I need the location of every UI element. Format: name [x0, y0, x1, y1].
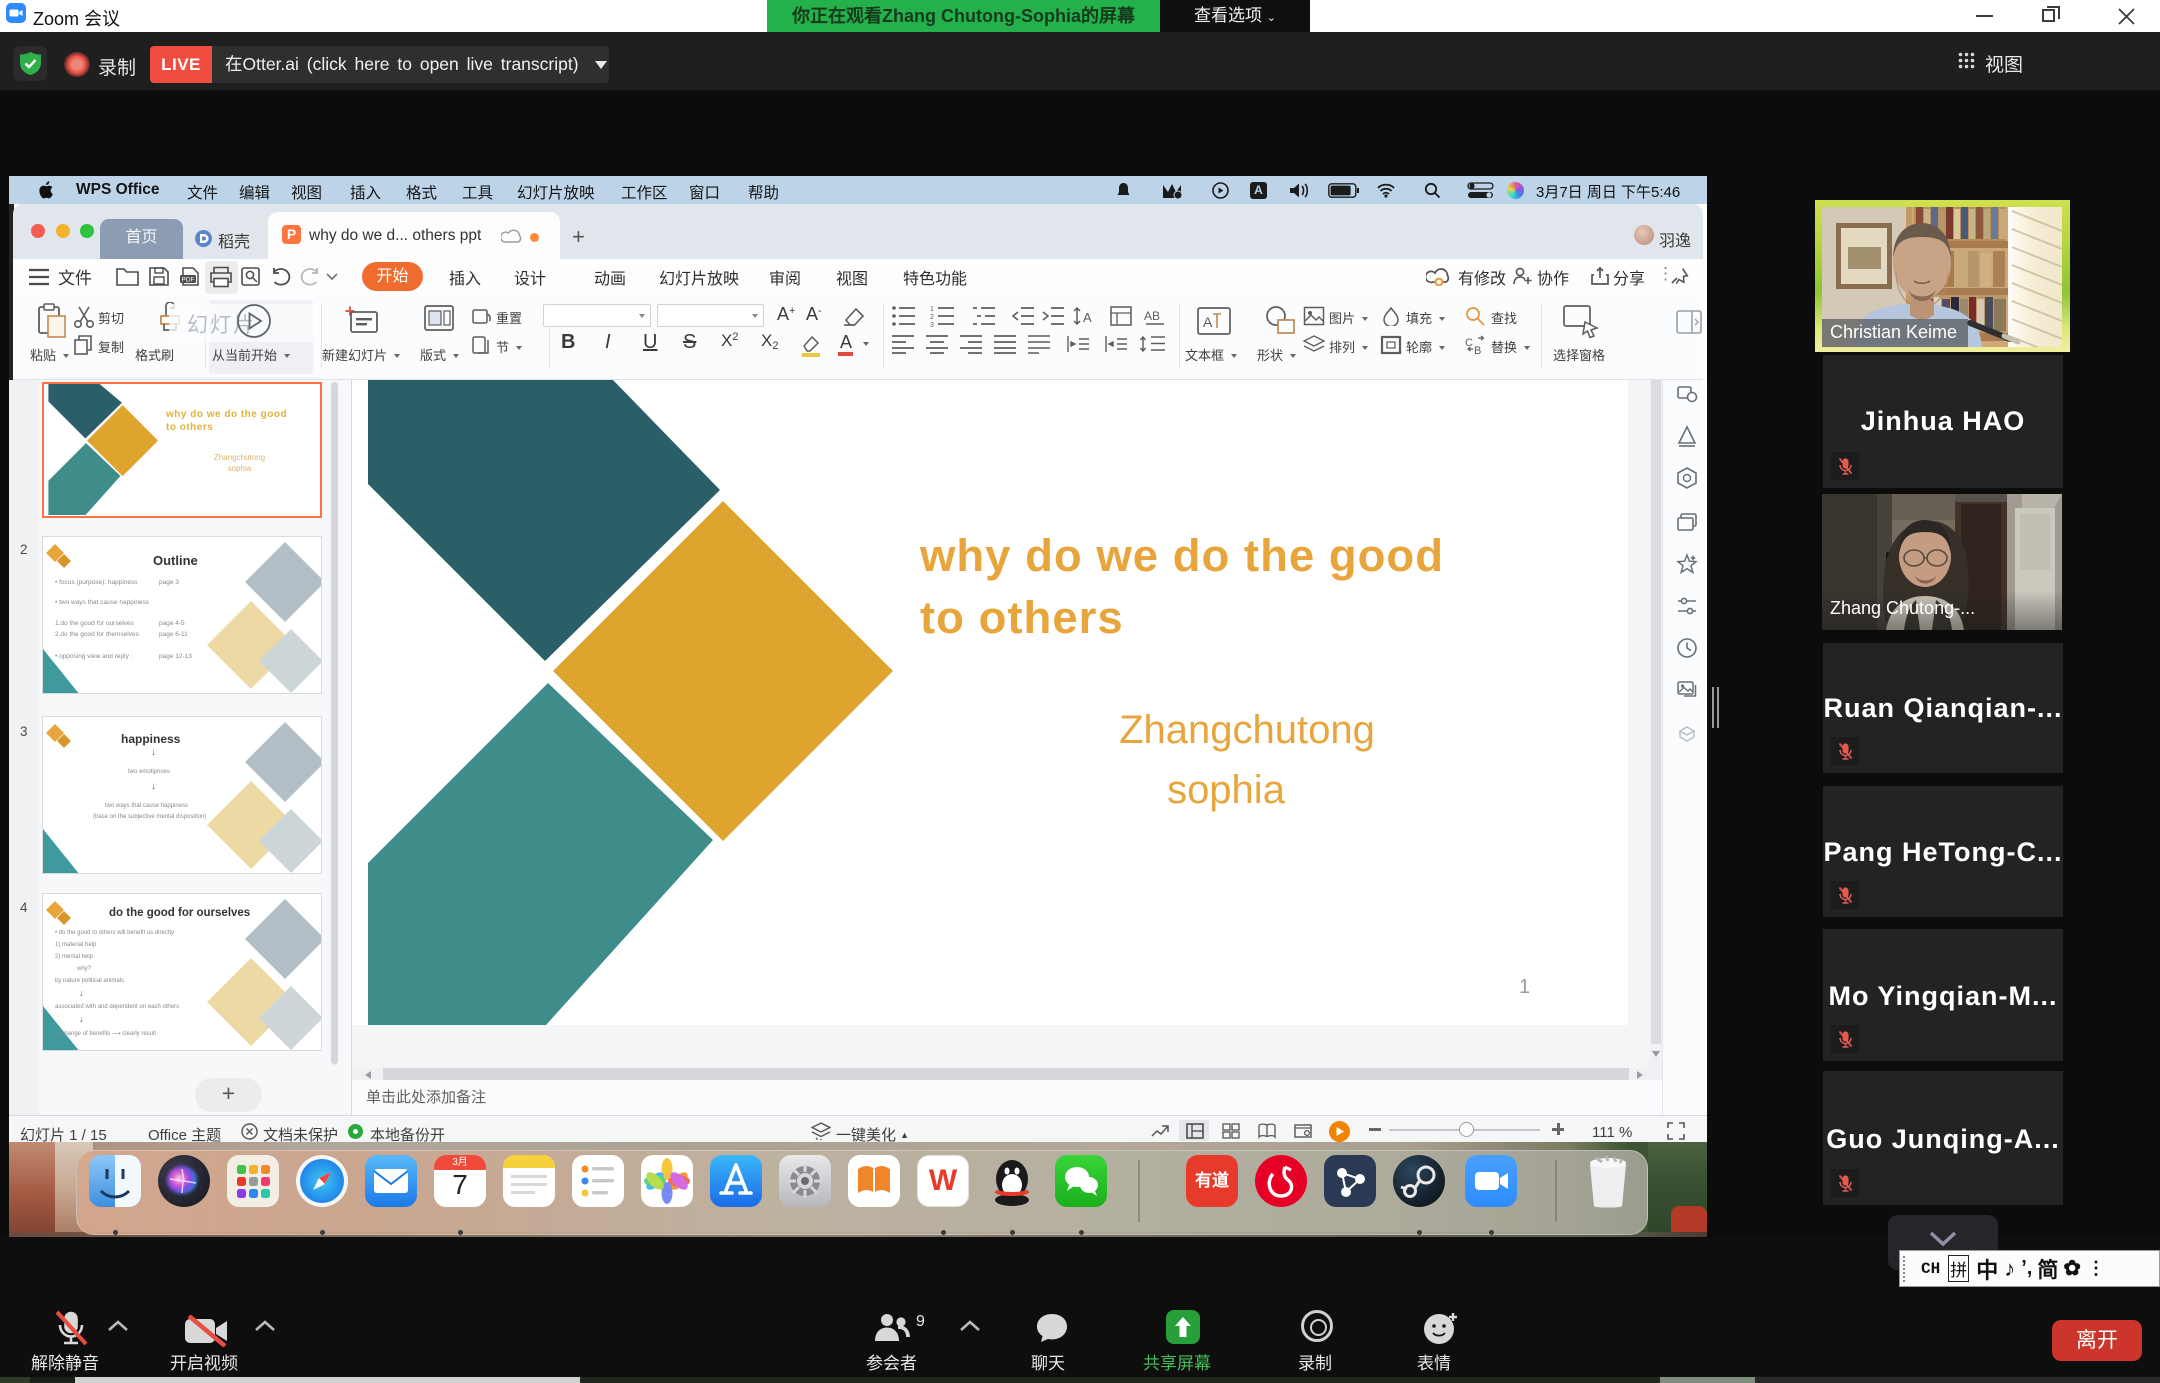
- svg-text:A: A: [1083, 310, 1092, 325]
- svg-text:PDF: PDF: [182, 277, 195, 284]
- svg-text:AB: AB: [1144, 309, 1160, 323]
- svg-text:1: 1: [930, 306, 934, 313]
- svg-text:3: 3: [930, 322, 934, 327]
- svg-text:B: B: [1474, 345, 1481, 355]
- svg-text:C: C: [1465, 337, 1473, 349]
- svg-text:2: 2: [930, 314, 934, 321]
- svg-text:A: A: [1203, 314, 1213, 330]
